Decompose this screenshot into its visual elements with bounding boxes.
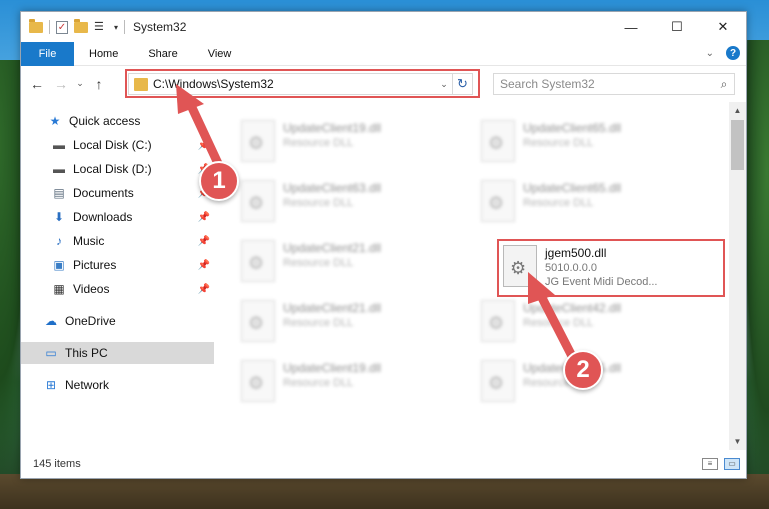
step-2-badge: 2 [563,350,603,390]
annotation-arrows [176,84,580,367]
step-1-badge: 1 [199,161,239,201]
arrow-1 [176,84,227,177]
arrow-2 [528,272,580,367]
